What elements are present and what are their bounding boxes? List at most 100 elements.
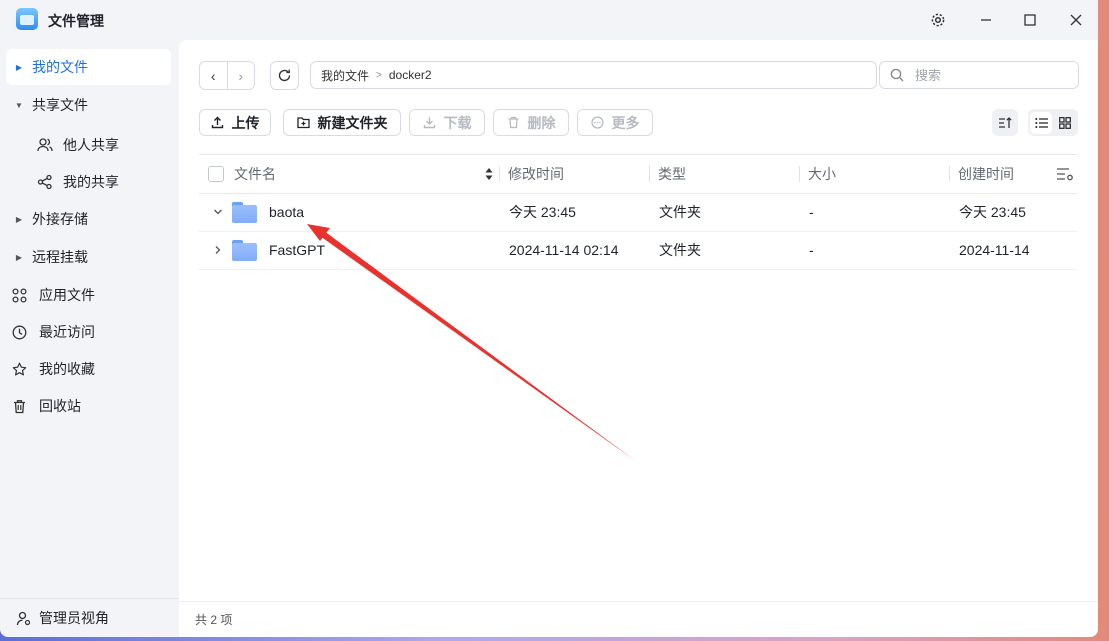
clock-icon — [6, 325, 32, 340]
sidebar-item-shared-by-others[interactable]: 他人共享 — [30, 127, 171, 163]
item-count: 共 2 项 — [195, 613, 233, 627]
column-header-modified[interactable]: 修改时间 — [508, 155, 564, 193]
sidebar-item-remote-mount[interactable]: ▶ 远程挂载 — [6, 239, 171, 275]
delete-button[interactable]: 删除 — [493, 109, 569, 136]
search-box[interactable] — [879, 61, 1079, 89]
title-bar: 文件管理 — [0, 0, 1098, 40]
upload-label: 上传 — [231, 114, 260, 131]
sort-toggle-icon[interactable] — [485, 155, 493, 193]
admin-view-label: 管理员视角 — [39, 610, 109, 626]
close-icon[interactable] — [1064, 8, 1088, 32]
sidebar-item-label: 应用文件 — [39, 287, 95, 303]
sidebar-item-label: 他人共享 — [63, 137, 119, 153]
select-all-checkbox[interactable] — [208, 166, 224, 182]
maximize-icon[interactable] — [1018, 8, 1042, 32]
more-circle-icon — [590, 116, 604, 129]
caret-right-icon: ▶ — [15, 62, 23, 72]
created-time: 今天 23:45 — [959, 204, 1026, 220]
sidebar-item-favorites[interactable]: 我的收藏 — [6, 351, 171, 387]
sidebar-item-recycle-bin[interactable]: 回收站 — [6, 388, 171, 424]
column-header-created[interactable]: 创建时间 — [958, 155, 1014, 193]
file-size: - — [809, 204, 814, 220]
sidebar-item-label: 我的共享 — [63, 174, 119, 190]
share-icon — [32, 174, 58, 190]
sidebar-item-app-files[interactable]: 应用文件 — [6, 277, 171, 313]
file-manager-app-icon — [16, 8, 38, 30]
sidebar-item-label: 外接存储 — [32, 211, 88, 227]
table-header: 文件名 修改时间 类型 大小 创建时间 — [199, 154, 1077, 194]
forward-chevron-icon[interactable]: › — [226, 62, 255, 89]
delete-label: 删除 — [527, 114, 556, 131]
chevron-down-icon[interactable] — [211, 193, 225, 231]
file-type: 文件夹 — [659, 204, 701, 220]
caret-right-icon: ▶ — [15, 214, 23, 224]
column-settings-icon[interactable] — [1056, 155, 1074, 193]
column-header-type[interactable]: 类型 — [658, 155, 686, 193]
column-divider[interactable] — [799, 166, 800, 182]
trash-icon — [508, 116, 518, 129]
table-row[interactable]: baota 今天 23:45 文件夹 - 今天 23:45 — [199, 193, 1077, 232]
column-divider[interactable] — [949, 166, 950, 182]
sort-icon — [999, 116, 1012, 128]
grid-view-icon[interactable] — [1054, 112, 1076, 134]
sort-button[interactable] — [992, 109, 1018, 136]
sidebar-item-label: 远程挂载 — [32, 249, 88, 265]
column-divider[interactable] — [649, 166, 650, 182]
search-icon — [890, 68, 904, 82]
list-view-icon[interactable] — [1030, 111, 1052, 134]
breadcrumb-item[interactable]: 我的文件 — [321, 67, 369, 84]
chevron-right-icon[interactable] — [211, 231, 225, 269]
breadcrumb-item[interactable]: docker2 — [389, 68, 432, 82]
sidebar-item-my-shares[interactable]: 我的共享 — [30, 164, 171, 200]
column-header-name[interactable]: 文件名 — [234, 155, 276, 193]
file-type: 文件夹 — [659, 242, 701, 258]
minimize-icon[interactable] — [974, 8, 998, 32]
app-title: 文件管理 — [48, 13, 104, 29]
trash-icon — [6, 399, 32, 414]
modified-time: 2024-11-14 02:14 — [509, 242, 619, 258]
table-row[interactable]: FastGPT 2024-11-14 02:14 文件夹 - 2024-11-1… — [199, 231, 1077, 270]
users-icon — [32, 137, 58, 153]
sidebar: ▶ 我的文件 ▼ 共享文件 他人共享 我的共享 ▶ 外接存储 ▶ 远程挂载 应用… — [0, 40, 179, 637]
file-name[interactable]: FastGPT — [269, 231, 325, 269]
upload-icon — [211, 116, 223, 129]
search-input[interactable] — [913, 66, 1067, 84]
history-nav: ‹ › — [199, 61, 255, 90]
status-bar: 共 2 项 — [179, 601, 1098, 637]
refresh-icon — [278, 69, 291, 82]
new-folder-label: 新建文件夹 — [317, 114, 388, 131]
star-icon — [6, 362, 32, 377]
column-divider[interactable] — [499, 166, 500, 182]
back-chevron-icon[interactable]: ‹ — [200, 62, 227, 89]
more-label: 更多 — [611, 114, 640, 131]
sidebar-item-label: 共享文件 — [32, 97, 88, 113]
sidebar-item-label: 我的文件 — [32, 59, 88, 75]
sidebar-item-my-files[interactable]: ▶ 我的文件 — [6, 49, 171, 85]
caret-down-icon: ▼ — [15, 100, 23, 110]
refresh-button[interactable] — [270, 61, 299, 90]
download-button[interactable]: 下载 — [409, 109, 485, 136]
sidebar-item-external-storage[interactable]: ▶ 外接存储 — [6, 201, 171, 237]
main-panel: ‹ › 我的文件 > docker2 上传 新建文件夹 下载 — [179, 40, 1098, 637]
upload-button[interactable]: 上传 — [199, 109, 271, 136]
admin-view-toggle[interactable]: 管理员视角 — [0, 598, 179, 637]
new-folder-button[interactable]: 新建文件夹 — [283, 109, 401, 136]
file-name[interactable]: baota — [269, 193, 304, 231]
created-time: 2024-11-14 — [959, 242, 1030, 258]
download-label: 下载 — [443, 114, 472, 131]
new-folder-icon — [296, 117, 310, 129]
sidebar-item-recent[interactable]: 最近访问 — [6, 314, 171, 350]
column-header-size[interactable]: 大小 — [808, 155, 836, 193]
sidebar-item-shared-files[interactable]: ▼ 共享文件 — [6, 87, 171, 123]
more-button[interactable]: 更多 — [577, 109, 653, 136]
apps-grid-icon — [6, 287, 32, 303]
settings-gear-icon[interactable] — [926, 8, 950, 32]
file-size: - — [809, 242, 814, 258]
folder-icon — [232, 231, 257, 269]
admin-user-icon — [10, 611, 36, 626]
file-manager-window: 文件管理 ▶ 我的文件 ▼ 共享文件 他人共享 我的共享 ▶ 外接存储 ▶ 远程… — [0, 0, 1098, 637]
breadcrumb[interactable]: 我的文件 > docker2 — [310, 61, 877, 89]
download-icon — [423, 117, 435, 129]
caret-right-icon: ▶ — [15, 252, 23, 262]
sidebar-item-label: 最近访问 — [39, 324, 95, 340]
